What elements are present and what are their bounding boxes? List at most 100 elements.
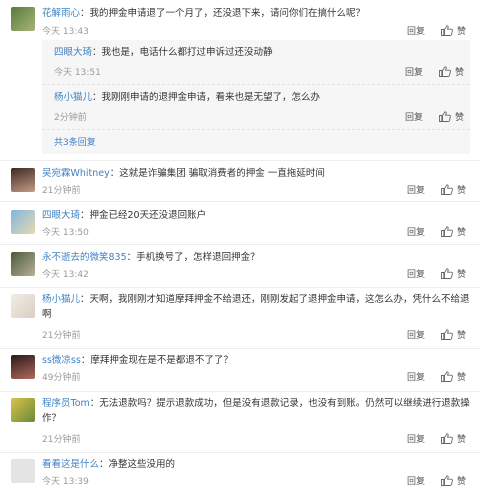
comment-item: 杨小猫儿：天啊，我刚刚才知道摩拜押金不给退还，刚刚发起了退押金申请，这怎么办，凭…: [0, 288, 480, 349]
avatar[interactable]: [11, 459, 35, 483]
thumbs-up-icon: [441, 184, 453, 195]
avatar[interactable]: [11, 252, 35, 276]
comment-item: ss微凉ss：摩拜押金现在是不是都退不了了？ 49分钟前 回复 赞: [0, 349, 480, 392]
like-label: 赞: [456, 331, 466, 341]
comment-text: 杨小猫儿：天啊，我刚刚才知道摩拜押金不给退还，刚刚发起了退押金申请，这怎么办，凭…: [42, 292, 470, 322]
avatar[interactable]: [11, 294, 35, 318]
comment-list: 花解雨心：我的押金申请退了一个月了，还没退下来，请问你们在搞什么呢？ 今天 13…: [0, 0, 480, 493]
avatar[interactable]: [11, 7, 35, 31]
reply-item: 杨小猫儿：我刚刚申请的退押金申请，看来也是无望了，怎么办 2分钟前 回复 赞: [42, 85, 470, 130]
comment-text: 吴宛霖Whitney：这就是诈骗集团 骗取消费者的押金 一直拖延时间: [42, 166, 470, 181]
like-label: 赞: [456, 27, 466, 37]
username-link[interactable]: 四眼大琦: [54, 47, 92, 58]
username-link[interactable]: 吴宛霖Whitney: [42, 168, 110, 179]
reply-button[interactable]: 回复: [405, 110, 423, 123]
reply-button[interactable]: 回复: [407, 370, 425, 383]
reply-item: 四眼大琦：我也是，电话什么都打过申诉过还没动静 今天 13:51 回复 赞: [42, 40, 470, 85]
comment-text: 看看这是什么：净整这些没用的: [42, 457, 470, 472]
avatar[interactable]: [11, 210, 35, 234]
like-button[interactable]: 赞: [439, 65, 464, 78]
comment-actions: 回复 赞: [407, 24, 466, 37]
thumbs-up-icon: [441, 226, 453, 237]
thumbs-up-icon: [441, 475, 453, 486]
comment-content: ：摩拜押金现在是不是都退不了了？: [80, 355, 233, 366]
username-link[interactable]: 四眼大琦: [42, 210, 80, 221]
comment-actions: 回复 赞: [407, 225, 466, 238]
comment-actions: 回复 赞: [407, 267, 466, 280]
comment-text: 花解雨心：我的押金申请退了一个月了，还没退下来，请问你们在搞什么呢？: [42, 6, 470, 21]
comment-actions: 回复 赞: [407, 370, 466, 383]
comment-content: ：这就是诈骗集团 骗取消费者的押金 一直拖延时间: [109, 168, 325, 179]
comment-text: 四眼大琦：押金已经20天还没退回账户: [42, 208, 470, 223]
comment-time: 21分钟前: [42, 435, 81, 445]
like-label: 赞: [456, 186, 466, 196]
reply-text: 四眼大琦：我也是，电话什么都打过申诉过还没动静: [54, 46, 273, 60]
thumbs-up-icon: [441, 329, 453, 340]
comment-time: 今天 13:39: [42, 477, 89, 487]
reply-content: ：我刚刚申请的退押金申请，看来也是无望了，怎么办: [92, 92, 321, 103]
comment-item: 程序员Tom：无法退款吗？提示退款成功，但是没有退款记录，也没有到账。仍然可以继…: [0, 392, 480, 453]
like-label: 赞: [454, 113, 464, 123]
comment-text: 永不逝去的微笑835：手机换号了，怎样退回押金？: [42, 250, 470, 265]
thumbs-up-icon: [439, 66, 451, 77]
reply-button[interactable]: 回复: [407, 225, 425, 238]
comment-time: 今天 13:42: [42, 270, 89, 280]
reply-content: ：我也是，电话什么都打过申诉过还没动静: [92, 47, 273, 58]
comment-content: ：押金已经20天还没退回账户: [80, 210, 207, 221]
reply-time: 2分钟前: [54, 113, 87, 123]
comment-item: 永不逝去的微笑835：手机换号了，怎样退回押金？ 今天 13:42 回复 赞: [0, 245, 480, 288]
comment-actions: 回复 赞: [407, 432, 466, 445]
comment-item: 看看这是什么：净整这些没用的 今天 13:39 回复 赞: [0, 453, 480, 493]
username-link[interactable]: 花解雨心: [42, 8, 80, 19]
like-button[interactable]: 赞: [439, 110, 464, 123]
thumbs-up-icon: [441, 433, 453, 444]
like-button[interactable]: 赞: [441, 183, 466, 196]
comment-actions: 回复 赞: [407, 183, 466, 196]
like-label: 赞: [456, 373, 466, 383]
comment-content: ：无法退款吗？提示退款成功，但是没有退款记录，也没有到账。仍然可以继续进行退款操…: [42, 398, 470, 424]
username-link[interactable]: 程序员Tom: [42, 398, 90, 409]
reply-button[interactable]: 回复: [407, 328, 425, 341]
reply-time: 今天 13:51: [54, 68, 101, 78]
comment-item: 吴宛霖Whitney：这就是诈骗集团 骗取消费者的押金 一直拖延时间 21分钟前…: [0, 161, 480, 202]
reply-thread: 四眼大琦：我也是，电话什么都打过申诉过还没动静 今天 13:51 回复 赞 杨小…: [42, 40, 470, 154]
comment-content: ：净整这些没用的: [99, 459, 176, 470]
comment-content: ：手机换号了，怎样退回押金？: [126, 252, 260, 263]
thumbs-up-icon: [439, 111, 451, 122]
reply-button[interactable]: 回复: [407, 474, 425, 487]
comment-time: 21分钟前: [42, 331, 81, 341]
like-button[interactable]: 赞: [441, 267, 466, 280]
reply-button[interactable]: 回复: [407, 267, 425, 280]
comment-content: ：我的押金申请退了一个月了，还没退下来，请问你们在搞什么呢？: [80, 8, 366, 19]
like-button[interactable]: 赞: [441, 432, 466, 445]
thumbs-up-icon: [441, 371, 453, 382]
avatar[interactable]: [11, 398, 35, 422]
like-button[interactable]: 赞: [441, 225, 466, 238]
reply-text: 杨小猫儿：我刚刚申请的退押金申请，看来也是无望了，怎么办: [54, 91, 320, 105]
like-label: 赞: [456, 435, 466, 445]
reply-button[interactable]: 回复: [407, 183, 425, 196]
avatar[interactable]: [11, 168, 35, 192]
username-link[interactable]: 看看这是什么: [42, 459, 99, 470]
reply-button[interactable]: 回复: [407, 24, 425, 37]
like-button[interactable]: 赞: [441, 474, 466, 487]
more-replies-link[interactable]: 共3条回复: [54, 135, 96, 148]
thumbs-up-icon: [441, 25, 453, 36]
like-button[interactable]: 赞: [441, 370, 466, 383]
comment-content: ：天啊，我刚刚才知道摩拜押金不给退还，刚刚发起了退押金申请，这怎么办，凭什么不给…: [42, 294, 470, 320]
username-link[interactable]: 永不逝去的微笑835: [42, 252, 127, 263]
thumbs-up-icon: [441, 268, 453, 279]
username-link[interactable]: 杨小猫儿: [42, 294, 80, 305]
comment-text: ss微凉ss：摩拜押金现在是不是都退不了了？: [42, 353, 470, 368]
comment-item: 四眼大琦：押金已经20天还没退回账户 今天 13:50 回复 赞: [0, 202, 480, 245]
reply-actions: 回复 赞: [405, 110, 464, 123]
comment-time: 49分钟前: [42, 373, 81, 383]
username-link[interactable]: 杨小猫儿: [54, 92, 92, 103]
comment-time: 21分钟前: [42, 186, 81, 196]
like-button[interactable]: 赞: [441, 328, 466, 341]
like-button[interactable]: 赞: [441, 24, 466, 37]
avatar[interactable]: [11, 355, 35, 379]
reply-button[interactable]: 回复: [407, 432, 425, 445]
reply-button[interactable]: 回复: [405, 65, 423, 78]
username-link[interactable]: ss微凉ss: [42, 355, 81, 366]
